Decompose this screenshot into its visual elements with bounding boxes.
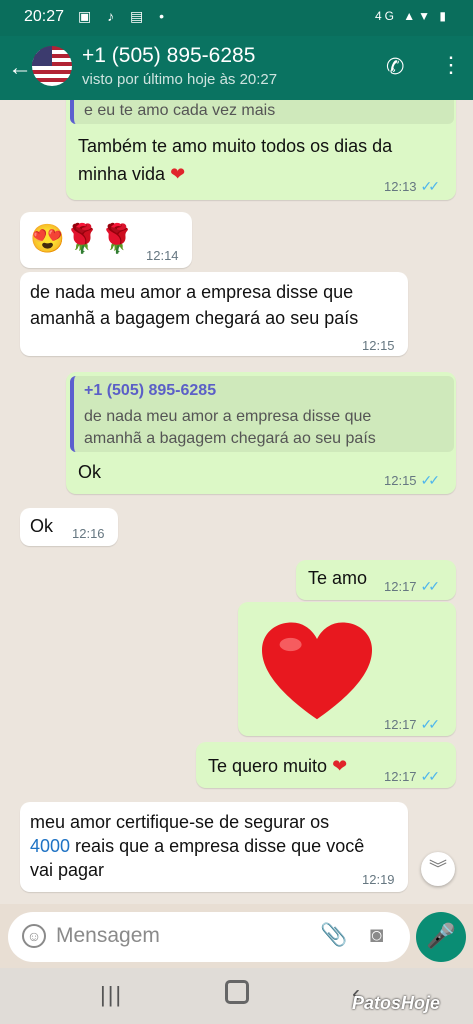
message-bubble-incoming[interactable]: de nada meu amor a empresa disse que ama… [20,272,408,356]
scroll-down-button[interactable]: ︾ [421,852,455,886]
message-text: minha vida ❤ [78,164,186,184]
message-time: 12:17 ✓✓ [384,768,441,784]
status-bar: 20:27 ▣ ♪ ▤ • 4G ▲▼ ▮ [0,0,473,36]
message-text: Ok [78,462,102,482]
camera-icon[interactable]: ◙ [370,922,383,948]
message-bubble-outgoing[interactable]: e eu te amo cada vez mais Também te amo … [66,100,456,200]
quoted-message[interactable]: e eu te amo cada vez mais [70,100,454,124]
message-bubble-outgoing[interactable]: +1 (505) 895-6285 de nada meu amor a emp… [66,372,456,494]
message-bubble-incoming[interactable]: meu amor certifique-se de segurar os 400… [20,802,408,892]
message-text: 4000 reais que a empresa disse que você [30,836,365,856]
recent-apps-icon[interactable]: ||| [100,982,123,1008]
message-input-bar[interactable]: ☺ Mensagem 📎 ◙ [8,912,410,962]
message-text: amanhã a bagagem chegará ao seu país [30,308,359,328]
message-bubble-outgoing[interactable]: 12:17 ✓✓ [238,602,456,736]
message-time: 12:19 [362,872,395,887]
message-bubble-outgoing[interactable]: Te quero muito ❤ 12:17 ✓✓ [196,742,456,788]
mic-button[interactable]: 🎤 [416,912,466,962]
message-text: Te amo [308,568,368,588]
read-ticks-icon: ✓✓ [420,472,441,488]
read-ticks-icon: ✓✓ [420,178,441,194]
message-time: 12:16 [72,526,105,541]
attach-icon[interactable]: 📎 [320,922,347,948]
message-time: 12:17 ✓✓ [384,716,441,732]
quoted-message[interactable]: +1 (505) 895-6285 de nada meu amor a emp… [70,376,454,452]
notification-icons: ▣ ♪ ▤ • [78,8,171,24]
message-time: 12:13 ✓✓ [384,178,441,194]
signal-battery-icons: 4G ▲▼ ▮ [374,9,449,23]
avatar[interactable] [32,46,72,86]
message-time: 12:15 [362,338,395,353]
message-text: meu amor certifique-se de segurar os [30,812,330,832]
message-text: Também te amo muito todos os dias da [78,136,393,156]
add-call-icon[interactable]: ✆ [386,54,404,80]
message-text: de nada meu amor a empresa disse que [30,282,354,302]
read-ticks-icon: ✓✓ [420,768,441,784]
emoji-icon[interactable]: ☺ [22,924,46,948]
quoted-sender: +1 (505) 895-6285 [84,382,217,399]
message-time: 12:14 [146,248,179,263]
back-arrow-icon[interactable]: ← [8,54,32,82]
contact-name[interactable]: +1 (505) 895-6285 [82,44,255,68]
quoted-text: e eu te amo cada vez mais [84,102,276,119]
message-input[interactable]: Mensagem [56,924,160,948]
emoji-message: 😍🌹🌹 [30,223,135,254]
home-icon[interactable] [225,980,249,1004]
message-bubble-outgoing[interactable]: Te amo 12:17 ✓✓ [296,560,456,600]
heart-emoji-icon [262,622,372,720]
read-ticks-icon: ✓✓ [420,716,441,732]
read-ticks-icon: ✓✓ [420,578,441,594]
message-text: Te quero muito ❤ [208,756,348,776]
message-time: 12:15 ✓✓ [384,472,441,488]
last-seen: visto por último hoje às 20:27 [82,71,278,88]
message-bubble-incoming[interactable]: Ok 12:16 [20,508,118,546]
watermark-logo: PatosHoje [352,993,441,1013]
message-time: 12:17 ✓✓ [384,578,441,594]
quoted-text: amanhã a bagagem chegará ao seu país [84,430,376,447]
message-bubble-incoming[interactable]: 😍🌹🌹 12:14 [20,212,192,268]
status-time: 20:27 [24,8,65,25]
message-text: Ok [30,516,54,536]
chat-area[interactable]: e eu te amo cada vez mais Também te amo … [0,100,473,904]
more-menu-icon[interactable]: ⋮ [440,52,462,78]
quoted-text: de nada meu amor a empresa disse que [84,408,372,425]
message-text: vai pagar [30,860,105,880]
number-link[interactable]: 4000 [30,836,70,856]
chat-header: ← +1 (505) 895-6285 visto por último hoj… [0,36,473,100]
